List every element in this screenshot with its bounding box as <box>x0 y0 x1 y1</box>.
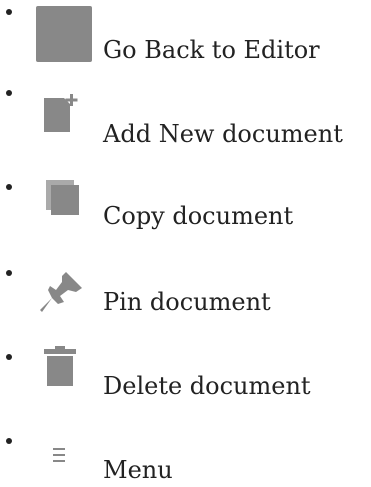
copy-document-icon <box>46 180 80 220</box>
menu-item-go-back-to-editor[interactable]: Go Back to Editor <box>0 0 371 64</box>
list-bullet <box>6 90 12 96</box>
trash-icon <box>44 346 76 390</box>
menu-item-delete-document[interactable]: Delete document <box>0 320 371 400</box>
hamburger-menu-icon <box>53 447 65 466</box>
menu-item-label: Pin document <box>103 288 271 316</box>
menu-item-label: Copy document <box>103 202 294 230</box>
menu-item-menu[interactable]: Menu <box>0 400 371 484</box>
pin-icon <box>40 272 86 318</box>
list-bullet <box>6 354 12 360</box>
menu-item-pin-document[interactable]: Pin document <box>0 240 371 316</box>
list-bullet <box>6 270 12 276</box>
menu-item-copy-document[interactable]: Copy document <box>0 160 371 230</box>
add-document-icon <box>44 94 78 136</box>
menu-item-add-new-document[interactable]: Add New document <box>0 80 371 148</box>
menu-item-label: Delete document <box>103 372 311 400</box>
list-bullet <box>6 438 12 444</box>
editor-icon <box>36 6 92 66</box>
menu-item-label: Menu <box>103 456 173 484</box>
menu-item-label: Go Back to Editor <box>103 36 320 64</box>
document-menu-list: Go Back to Editor Add New document Copy … <box>0 0 371 487</box>
list-bullet <box>6 184 12 190</box>
list-bullet <box>6 9 12 15</box>
menu-item-label: Add New document <box>103 120 343 148</box>
